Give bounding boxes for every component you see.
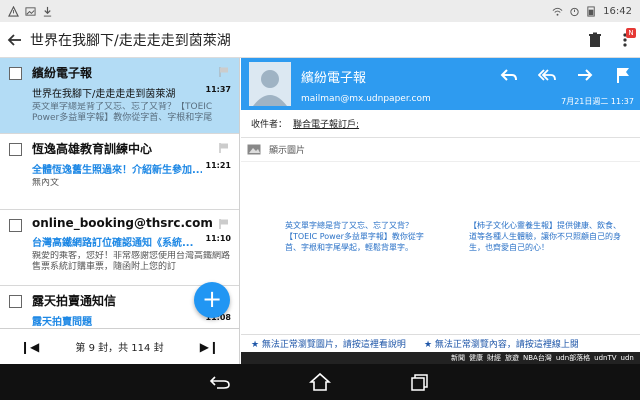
show-images-label: 顯示圖片 bbox=[269, 146, 306, 156]
mail-time: 11:21 bbox=[205, 161, 231, 170]
mail-subject: 露天拍賣問題 bbox=[32, 317, 92, 328]
mail-sender: online_booking@thsrc.com.tw bbox=[32, 216, 212, 230]
compose-button[interactable]: + bbox=[194, 282, 230, 318]
checkbox[interactable] bbox=[9, 67, 22, 80]
nav-link[interactable]: NBA台灣 bbox=[523, 353, 552, 363]
mail-subject: 台灣高鐵網路訂位確認通知《系統... bbox=[32, 238, 194, 249]
nav-link[interactable]: 財經 bbox=[487, 353, 501, 363]
body-column-1[interactable]: 英文單字總是背了又忘、忘了又背？【TOEIC Power多益單字報】教你從字首、… bbox=[285, 220, 435, 253]
mail-item[interactable]: 繽紛電子報 世界在我腳下/走走走走到茵萊湖 11:37 英文單字總是背了又忘、忘… bbox=[0, 58, 239, 134]
mail-time: 11:37 bbox=[205, 85, 231, 94]
flag-icon[interactable] bbox=[219, 219, 229, 229]
mail-subject: 世界在我腳下/走走走走到茵萊湖 bbox=[32, 89, 176, 100]
flag-icon[interactable] bbox=[614, 66, 632, 84]
recent-apps-icon[interactable] bbox=[405, 370, 435, 394]
message-header: 繽紛電子報 mailman@mx.udnpaper.com 7月21日週二 11… bbox=[241, 58, 640, 110]
avatar bbox=[249, 62, 291, 106]
mail-sender: 恆逸高雄教育訓練中心 bbox=[32, 142, 153, 156]
battery-icon bbox=[587, 5, 595, 17]
nav-link[interactable]: udnTV bbox=[594, 354, 616, 362]
back-arrow-icon[interactable] bbox=[0, 22, 30, 58]
body-line: 生，也齊愛自己的心！ bbox=[469, 243, 549, 252]
image-notice-link[interactable]: ★ 無法正常瀏覽圖片，請按這裡看說明 bbox=[251, 337, 406, 350]
notice-row: ★ 無法正常瀏覽圖片，請按這裡看說明 ★ 無法正常瀏覽內容，請按這裡線上閱 bbox=[241, 334, 640, 352]
wifi-icon bbox=[552, 7, 563, 16]
new-badge: N bbox=[626, 27, 636, 38]
body-column-2[interactable]: 【柿子文化心靈養生報】提供健康、飲食、 道等各種人生體驗，讓你不只照顧自己的身 … bbox=[469, 220, 637, 253]
nav-link[interactable]: 旅遊 bbox=[505, 353, 519, 363]
newsletter-nav: 新聞 健康 財經 旅遊 NBA台灣 udn部落格 udnTV udn bbox=[241, 352, 640, 364]
first-page-button[interactable]: ❙◀ bbox=[20, 340, 39, 354]
recipients-row: 收件者： 聯合電子報訂戶; bbox=[241, 110, 640, 138]
home-nav-icon[interactable] bbox=[305, 370, 335, 394]
warning-icon bbox=[8, 5, 19, 17]
forward-icon[interactable] bbox=[576, 66, 594, 84]
checkbox[interactable] bbox=[9, 219, 22, 232]
reply-icon[interactable] bbox=[500, 66, 518, 84]
flag-icon[interactable] bbox=[219, 67, 229, 77]
message-actions bbox=[500, 66, 632, 84]
last-page-button[interactable]: ▶❙ bbox=[200, 340, 219, 354]
more-menu-icon[interactable]: N bbox=[610, 22, 640, 58]
mail-preview: 親愛的乘客，您好！非常感謝您使用台灣高鐵網路售票系統訂購車票，隨函附上您的訂 bbox=[32, 251, 231, 272]
content-notice-link[interactable]: ★ 無法正常瀏覽內容，請按這裡線上閱 bbox=[424, 337, 579, 350]
body-line: 道等各種人生體驗，讓你不只照顧自己的身 bbox=[469, 232, 621, 241]
pager: ❙◀ 第 9 封，共 114 封 ▶❙ bbox=[0, 328, 240, 364]
checkbox[interactable] bbox=[9, 143, 22, 156]
to-value[interactable]: 聯合電子報訂戶; bbox=[293, 117, 359, 130]
mail-preview: 英文單字總是背了又忘、忘了又背？【TOEIC Power多益單字報】教你從字首、… bbox=[32, 102, 213, 123]
trash-icon[interactable] bbox=[580, 22, 610, 58]
status-time: 16:42 bbox=[603, 5, 632, 17]
to-label: 收件者： bbox=[251, 120, 288, 130]
flag-icon[interactable] bbox=[219, 143, 229, 153]
nav-link[interactable]: udn部落格 bbox=[556, 353, 590, 363]
message-body: 英文單字總是背了又忘、忘了又背？【TOEIC Power多益單字報】教你從字首、… bbox=[241, 162, 640, 322]
back-nav-icon[interactable] bbox=[205, 370, 235, 394]
alarm-icon bbox=[570, 7, 579, 16]
mail-subject: 全體恆逸舊生照過來！介紹新生參加... bbox=[32, 165, 202, 176]
checkbox[interactable] bbox=[9, 295, 22, 308]
screen: 16:42 世界在我腳下/走走走走到茵萊湖 N 繽紛電子報 世界在我腳下/走走走… bbox=[0, 0, 640, 400]
status-left bbox=[8, 5, 53, 17]
app-bar: 世界在我腳下/走走走走到茵萊湖 N bbox=[0, 22, 640, 58]
mail-item[interactable]: online_booking@thsrc.com.tw 台灣高鐵網路訂位確認通知… bbox=[0, 210, 239, 286]
nav-link[interactable]: udn bbox=[621, 354, 634, 362]
mail-sender: 露天拍賣通知信 bbox=[32, 294, 117, 308]
status-bar: 16:42 bbox=[0, 0, 640, 22]
show-images-row[interactable]: 顯示圖片 bbox=[241, 138, 640, 162]
mail-preview: 無內文 bbox=[32, 178, 60, 188]
image-icon bbox=[25, 6, 36, 16]
pager-text: 第 9 封，共 114 封 bbox=[75, 343, 164, 354]
image-icon bbox=[247, 144, 261, 155]
system-nav-bar bbox=[0, 364, 640, 400]
mail-sender: 繽紛電子報 bbox=[32, 66, 93, 80]
nav-link[interactable]: 新聞 bbox=[451, 353, 465, 363]
reply-all-icon[interactable] bbox=[537, 66, 556, 84]
message-email: mailman@mx.udnpaper.com bbox=[301, 94, 431, 104]
app-title: 世界在我腳下/走走走走到茵萊湖 bbox=[30, 32, 231, 49]
message-sender: 繽紛電子報 bbox=[301, 71, 367, 86]
nav-link[interactable]: 健康 bbox=[469, 353, 483, 363]
reading-pane: 繽紛電子報 mailman@mx.udnpaper.com 7月21日週二 11… bbox=[241, 58, 640, 364]
body-line: 【柿子文化心靈養生報】提供健康、飲食、 bbox=[469, 221, 621, 230]
mail-time: 11:10 bbox=[205, 234, 231, 243]
download-icon bbox=[43, 6, 52, 17]
message-date: 7月21日週二 11:37 bbox=[561, 97, 634, 106]
status-right: 16:42 bbox=[552, 6, 632, 17]
mail-item[interactable]: 恆逸高雄教育訓練中心 全體恆逸舊生照過來！介紹新生參加... 11:21 無內文 bbox=[0, 134, 239, 210]
